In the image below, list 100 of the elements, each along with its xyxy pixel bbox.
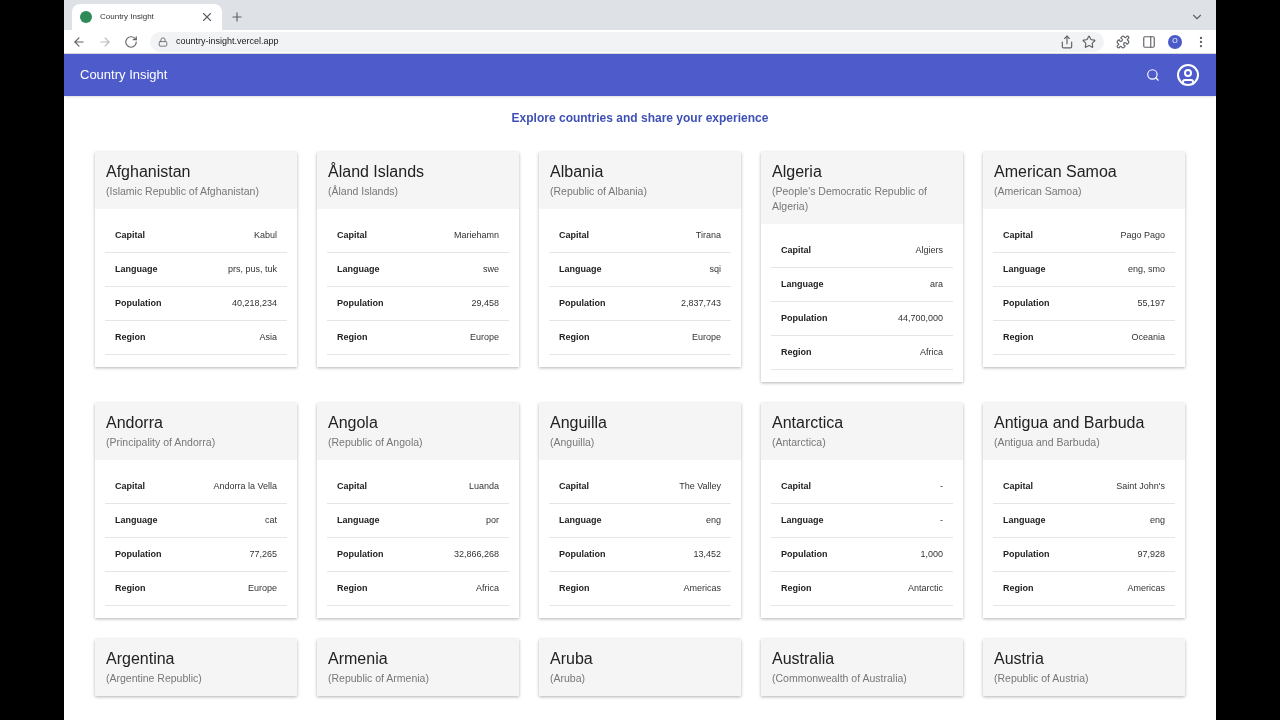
field-value: 44,700,000 [897,311,943,325]
field-label: Region [337,581,368,595]
field-label: Region [559,581,590,595]
field-label: Population [115,296,162,310]
field-value: Africa [476,581,499,595]
field-value: The Valley [679,479,721,493]
field-value: Pago Pago [1120,228,1165,242]
field-label: Region [781,581,812,595]
search-icon[interactable] [1146,68,1160,82]
field-label: Population [1003,547,1050,561]
reload-icon[interactable] [124,34,138,49]
field-value: Oceania [1131,330,1165,344]
field-value: 2,837,743 [680,296,721,310]
field-label: Language [1003,513,1046,527]
field-label: Region [1003,581,1034,595]
field-label: Capital [781,479,811,493]
field-value: Europe [469,330,499,344]
official-name: (Antarctica) [772,435,827,450]
field-value: Asia [259,330,277,344]
field-value: 32,866,268 [453,547,499,561]
field-label: Capital [1003,228,1033,242]
field-label: Region [1003,330,1034,344]
field-value: 1,000 [920,547,943,561]
field-label: Capital [781,243,811,257]
field-label: Language [115,262,158,276]
field-value: 40,218,234 [231,296,277,310]
field-value: Algiers [915,243,943,257]
field-value: Kabul [253,228,277,242]
country-name: Anguilla [550,413,608,433]
field-label: Population [337,296,384,310]
field-label: Population [559,547,606,561]
field-label: Language [781,513,824,527]
field-label: Region [781,345,812,359]
official-name: (Antigua and Barbuda) [994,435,1101,450]
field-label: Language [1003,262,1046,276]
field-value: eng [705,513,721,527]
field-label: Population [337,547,384,561]
field-value: 97,928 [1137,547,1165,561]
back-icon[interactable] [72,34,86,49]
field-label: Region [559,330,590,344]
field-value: 13,452 [693,547,721,561]
official-name: (Aruba) [550,671,586,686]
field-value: Europe [691,330,721,344]
field-value: 77,265 [249,547,277,561]
field-label: Language [115,513,158,527]
field-value: Andorra la Vella [213,479,277,493]
field-label: Capital [559,228,589,242]
close-icon[interactable] [200,10,214,24]
official-name: (People's Democratic Republic of Algeria) [772,184,928,214]
official-name: (Republic of Austria) [994,671,1090,686]
field-label: Region [337,330,368,344]
field-label: Region [115,330,146,344]
country-name: Albania [550,162,605,182]
url-text: country-insight.vercel.app [176,34,279,48]
field-label: Language [337,262,380,276]
account-icon[interactable] [1176,63,1200,87]
field-value: swe [483,262,499,276]
field-value: eng, smo [1127,262,1165,276]
field-label: Capital [337,228,367,242]
country-name: Argentina [106,649,176,669]
field-label: Capital [337,479,367,493]
side-panel-icon[interactable] [1142,34,1156,49]
field-label: Population [781,547,828,561]
country-name: Åland Islands [328,162,426,182]
field-value: Africa [920,345,943,359]
app-title: Country Insight [80,66,169,85]
country-name: Afghanistan [106,162,192,182]
country-name: American Samoa [994,162,1118,182]
field-value: 29,458 [471,296,499,310]
official-name: (Åland Islands) [328,184,400,199]
official-name: (Islamic Republic of Afghanistan) [106,184,260,199]
official-name: (Argentine Republic) [106,671,203,686]
field-value: Americas [1127,581,1165,595]
field-value: eng [1149,513,1165,527]
field-value: Saint John's [1116,479,1165,493]
country-name: Andorra [106,413,164,433]
field-value: por [486,513,499,527]
field-label: Population [115,547,162,561]
field-label: Region [115,581,146,595]
field-value: Luanda [468,479,499,493]
country-name: Aruba [550,649,594,669]
field-value: - [940,513,943,527]
browser-tab[interactable]: Country Insight [72,4,222,30]
field-value: Europe [247,581,277,595]
field-label: Capital [115,228,145,242]
url-field[interactable]: country-insight.vercel.app [150,31,1104,52]
field-value: Antarctic [908,581,943,595]
field-label: Population [781,311,828,325]
field-label: Language [559,513,602,527]
tab-title: Country Insight [100,11,155,23]
puzzle-icon[interactable] [1116,34,1130,49]
country-name: Australia [772,649,836,669]
field-label: Language [781,277,824,291]
country-name: Austria [994,649,1045,669]
page-heading: Explore countries and share your experience [511,110,769,127]
share-icon[interactable] [1060,34,1074,49]
country-name: Antigua and Barbuda [994,413,1146,433]
official-name: (American Samoa) [994,184,1083,199]
star-icon[interactable] [1082,34,1096,49]
country-name: Algeria [772,162,823,182]
